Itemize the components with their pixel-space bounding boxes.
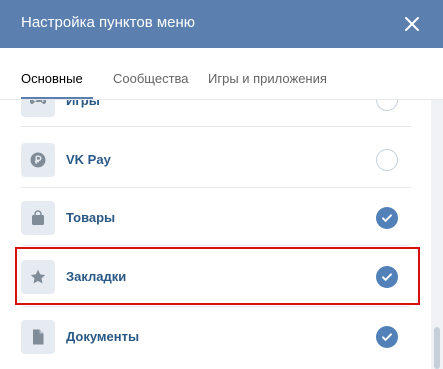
- checkmark-icon: [382, 214, 392, 222]
- item-label: Документы: [66, 329, 140, 344]
- toggle-bookmarks[interactable]: [376, 266, 398, 288]
- row-divider: [21, 245, 411, 246]
- icon-box: [21, 143, 55, 177]
- icon-box: [21, 260, 55, 294]
- list-item-goods[interactable]: Товары: [0, 201, 430, 260]
- toggle-documents[interactable]: [376, 326, 398, 348]
- tab-communities[interactable]: Сообщества: [113, 71, 189, 87]
- dialog-header: Настройка пунктов меню: [0, 0, 443, 48]
- row-divider: [21, 306, 411, 307]
- item-label: Товары: [66, 210, 116, 225]
- list-item-documents[interactable]: Документы: [0, 320, 430, 369]
- checkmark-icon: [382, 273, 392, 281]
- toggle-games[interactable]: [376, 100, 398, 111]
- toggle-vk-pay[interactable]: [376, 149, 398, 171]
- row-divider: [21, 126, 411, 127]
- tab-main[interactable]: Основные: [21, 71, 83, 87]
- document-icon: [33, 329, 44, 345]
- icon-box: [21, 100, 55, 117]
- shopping-bag-icon: [32, 210, 44, 225]
- scrollbar-thumb[interactable]: [434, 327, 440, 369]
- menu-items-list: Игры VK Pay Товары Закладки Документы: [0, 100, 443, 369]
- gamepad-icon: [30, 100, 46, 104]
- row-divider: [21, 187, 411, 188]
- close-icon: [405, 17, 419, 31]
- ruble-coin-icon: [30, 152, 46, 168]
- checkmark-icon: [382, 333, 392, 341]
- scrollbar[interactable]: [431, 100, 443, 369]
- tab-games-apps[interactable]: Игры и приложения: [208, 71, 327, 87]
- item-label: Закладки: [66, 269, 127, 284]
- icon-box: [21, 201, 55, 235]
- icon-box: [21, 320, 55, 354]
- item-label: VK Pay: [66, 152, 111, 167]
- item-label: Игры: [66, 100, 100, 108]
- list-item-bookmarks[interactable]: Закладки: [0, 260, 430, 319]
- toggle-goods[interactable]: [376, 207, 398, 229]
- list-item-games[interactable]: Игры: [0, 100, 430, 142]
- dialog-title: Настройка пунктов меню: [21, 14, 196, 31]
- tab-bar: Основные Сообщества Игры и приложения: [0, 48, 443, 100]
- list-item-vk-pay[interactable]: VK Pay: [0, 143, 430, 202]
- close-button[interactable]: [400, 12, 424, 36]
- star-icon: [30, 269, 46, 284]
